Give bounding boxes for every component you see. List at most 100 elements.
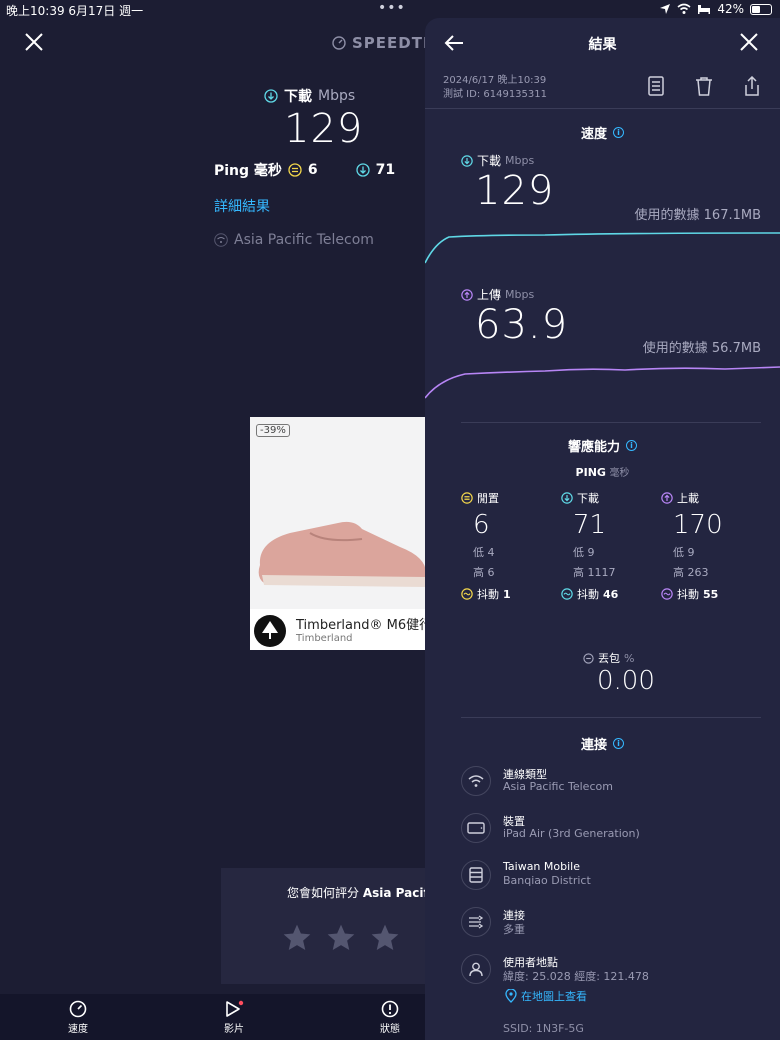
bed-icon [698,5,711,14]
bg-download-label: 下載 Mbps [264,86,355,106]
ad-card[interactable]: -39% Timberland® M6健行 Timberland [250,417,426,650]
upload-icon [461,288,473,301]
upload-value: 63.9 [475,302,569,348]
user-icon [469,962,483,977]
close-icon[interactable] [739,32,759,52]
alert-icon [381,1000,399,1018]
play-icon [226,1000,244,1017]
connections-row: 連接 多重 [461,907,761,947]
star-icon[interactable] [369,922,401,954]
download-icon [461,154,473,167]
jitter-icon [461,588,473,600]
connection-section-title: 連接 i [425,734,780,753]
tree-icon [262,621,278,639]
bg-download-value: 129 [284,106,364,152]
idle-icon [461,492,473,504]
server-icon [469,867,483,883]
upload-label: 上傳 Mbps [461,286,534,303]
ping-heading: PING 毫秒 [575,466,630,479]
download-icon [264,89,278,103]
ad-brand: Timberland [296,633,353,644]
status-time-date: 晚上10:39 6月17日 週一 [6,4,144,18]
info-icon[interactable]: i [613,127,624,138]
divider [425,108,780,109]
document-icon[interactable] [647,76,665,96]
gauge-icon [332,36,346,50]
upload-icon [661,492,673,504]
download-graph [425,232,780,264]
ping-download-column: 下載 71 低 9 高 1117 抖動 46 [561,490,661,602]
test-meta: 2024/6/17 晚上10:39 測試 ID: 6149135311 [443,74,547,102]
close-icon[interactable] [22,30,46,54]
ad-image: -39% [250,417,426,609]
star-icon[interactable] [281,922,313,954]
ping-download-value: 71 [573,510,607,540]
wifi-icon [468,775,484,787]
location-icon [660,4,671,14]
download-label: 下載 Mbps [461,152,534,169]
packet-loss-value: 0.00 [597,666,655,696]
battery-icon [750,3,772,15]
wifi-status-icon [677,3,691,14]
rating-stars [281,922,401,954]
logo-text: SPEEDTE [352,34,435,52]
ping-upload-value: 170 [673,510,723,540]
tab-speed[interactable]: 速度 [48,1000,108,1035]
bg-isp: Asia Pacific Telecom [214,232,374,248]
bg-ping-row: Ping 毫秒 6 71 [214,160,455,180]
speed-gauge-icon [69,1000,87,1018]
star-icon[interactable] [325,922,357,954]
tab-status[interactable]: 狀態 [360,1000,420,1035]
multitask-dots[interactable]: ••• [378,0,406,16]
test-id: 測試 ID: 6149135311 [443,89,547,100]
detailed-results-link[interactable]: 詳細結果 [214,196,270,216]
status-right: 42% [659,2,772,16]
shoe-image [258,521,426,587]
ad-title: Timberland® M6健行 [296,618,426,633]
speedtest-logo: SPEEDTE [332,34,434,52]
upload-data-used: 使用的數據 56.7MB [642,341,761,356]
idle-ping-icon [288,163,302,177]
timberland-logo [254,615,286,647]
wifi-icon [214,233,228,247]
device-row: 裝置 iPad Air (3rd Generation) [461,813,761,853]
info-icon[interactable]: i [626,440,637,451]
server-row[interactable]: Taiwan Mobile Banqiao District [461,860,761,900]
download-ping-icon [356,163,370,177]
info-icon[interactable]: i [613,738,624,749]
ping-upload-column: 上載 170 低 9 高 263 抖動 55 [661,490,761,602]
divider [461,717,761,718]
status-bar: 晚上10:39 6月17日 週一 ••• 42% [0,0,780,20]
panel-title: 結果 [588,37,617,53]
download-icon [561,492,573,504]
tablet-icon [467,822,485,834]
connection-type-row: 連線類型 Asia Pacific Telecom [461,766,761,806]
responsiveness-section-title: 響應能力 i [425,436,780,455]
test-date: 2024/6/17 晚上10:39 [443,75,547,86]
multi-connection-icon [469,915,484,929]
panel-actions [647,76,761,96]
tab-video[interactable]: 影片 [204,1000,264,1035]
trash-icon[interactable] [695,76,713,96]
ping-columns: 閒置 6 低 4 高 6 抖動 1 下載 71 低 9 高 1117 抖動 46 上… [461,490,761,610]
ping-idle-column: 閒置 6 低 4 高 6 抖動 1 [461,490,561,602]
jitter-icon [661,588,673,600]
rating-card: 您會如何評分 Asia Pacific [221,868,439,984]
ping-idle-value: 6 [473,510,490,540]
ssid-text: SSID: 1N3F-5G [503,1022,584,1035]
upload-graph [425,366,780,399]
packet-loss-icon [583,652,594,664]
discount-badge: -39% [256,424,290,437]
rating-question: 您會如何評分 Asia Pacific [287,886,440,900]
download-value: 129 [475,168,555,214]
packet-loss-label: 丟包% [583,650,634,666]
results-panel: 結果 2024/6/17 晚上10:39 測試 ID: 6149135311 速… [425,18,780,1040]
jitter-icon [561,588,573,600]
divider [461,422,761,423]
map-pin-icon [505,989,517,1003]
view-on-map-link[interactable]: 在地圖上查看 [505,988,587,1004]
battery-percent: 42% [717,2,744,16]
share-icon[interactable] [743,76,761,96]
download-data-used: 使用的數據 167.1MB [634,208,761,223]
speed-section-title: 速度 i [425,123,780,142]
